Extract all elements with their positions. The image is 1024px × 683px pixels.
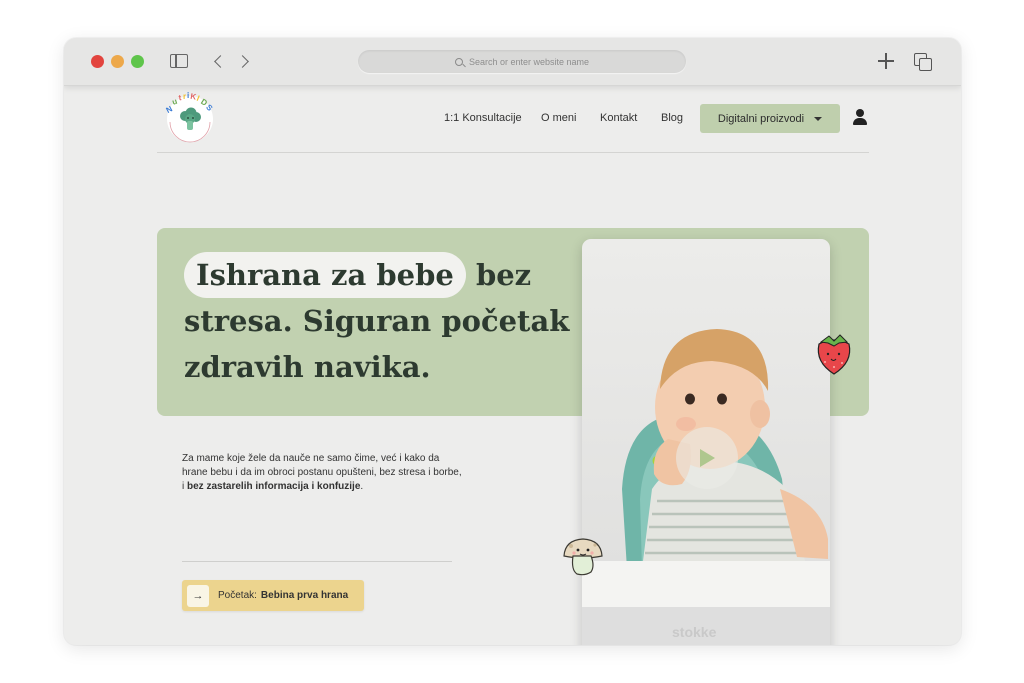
- address-bar[interactable]: Search or enter website name: [358, 50, 686, 73]
- hero-description-end: .: [360, 481, 364, 492]
- hero-title-line2: stresa. Siguran početak: [184, 304, 570, 338]
- close-window-button[interactable]: [91, 55, 104, 68]
- tab-overview-icon[interactable]: [914, 53, 932, 71]
- strawberry-sticker: [817, 334, 851, 375]
- minimize-window-button[interactable]: [111, 55, 124, 68]
- header-divider: [157, 152, 869, 153]
- play-icon: [700, 449, 715, 467]
- play-video-button[interactable]: [676, 427, 738, 489]
- hero-title-line3: zdravih navika.: [184, 350, 431, 384]
- sidebar-toggle-icon[interactable]: [170, 54, 188, 68]
- caret-down-icon: [814, 116, 823, 121]
- nav-link-o-meni[interactable]: O meni: [541, 112, 576, 124]
- nav-link-kontakt[interactable]: Kontakt: [600, 112, 637, 124]
- arrow-right-icon: →: [187, 584, 209, 607]
- search-icon: [454, 57, 463, 66]
- nutrikids-logo[interactable]: N u t r i K I D S: [164, 92, 216, 144]
- zoom-window-button[interactable]: [131, 55, 144, 68]
- forward-icon[interactable]: [236, 52, 249, 68]
- cta-title: Bebina prva hrana: [260, 590, 349, 601]
- hero-title-line1-rest: bez: [475, 258, 532, 292]
- address-placeholder: Search or enter website name: [468, 56, 590, 67]
- hero-title: Ishrana za bebe bez stresa. Siguran poče…: [184, 252, 584, 390]
- hero-description: Za mame koje žele da nauče ne samo čime,…: [182, 452, 462, 494]
- description-divider: [182, 561, 452, 562]
- back-icon[interactable]: [213, 52, 227, 68]
- new-tab-icon[interactable]: [878, 53, 894, 69]
- digital-products-dropdown[interactable]: Digitalni proizvodi: [700, 104, 840, 133]
- user-account-icon[interactable]: [853, 109, 867, 125]
- cta-prefix: Početak:: [218, 590, 257, 601]
- first-food-cta-button[interactable]: → Početak: Bebina prva hrana: [182, 580, 364, 611]
- svg-text:i: i: [187, 92, 189, 100]
- browser-toolbar: Search or enter website name: [64, 38, 961, 86]
- mushroom-sticker: [563, 538, 603, 576]
- hero-title-highlight: Ishrana za bebe: [184, 252, 466, 298]
- web-page: N u t r i K I D S 1:1 Konsultacije O men…: [64, 86, 961, 645]
- digital-products-label: Digitalni proizvodi: [717, 112, 805, 125]
- nav-link-konsultacije[interactable]: 1:1 Konsultacije: [444, 112, 522, 124]
- hero-description-bold: bez zastarelih informacija i konfuzije: [187, 481, 361, 492]
- svg-text:stokke: stokke: [672, 624, 717, 640]
- nav-link-blog[interactable]: Blog: [661, 112, 683, 124]
- svg-text:r: r: [183, 92, 186, 101]
- browser-window: Search or enter website name N u t r i K…: [64, 38, 961, 645]
